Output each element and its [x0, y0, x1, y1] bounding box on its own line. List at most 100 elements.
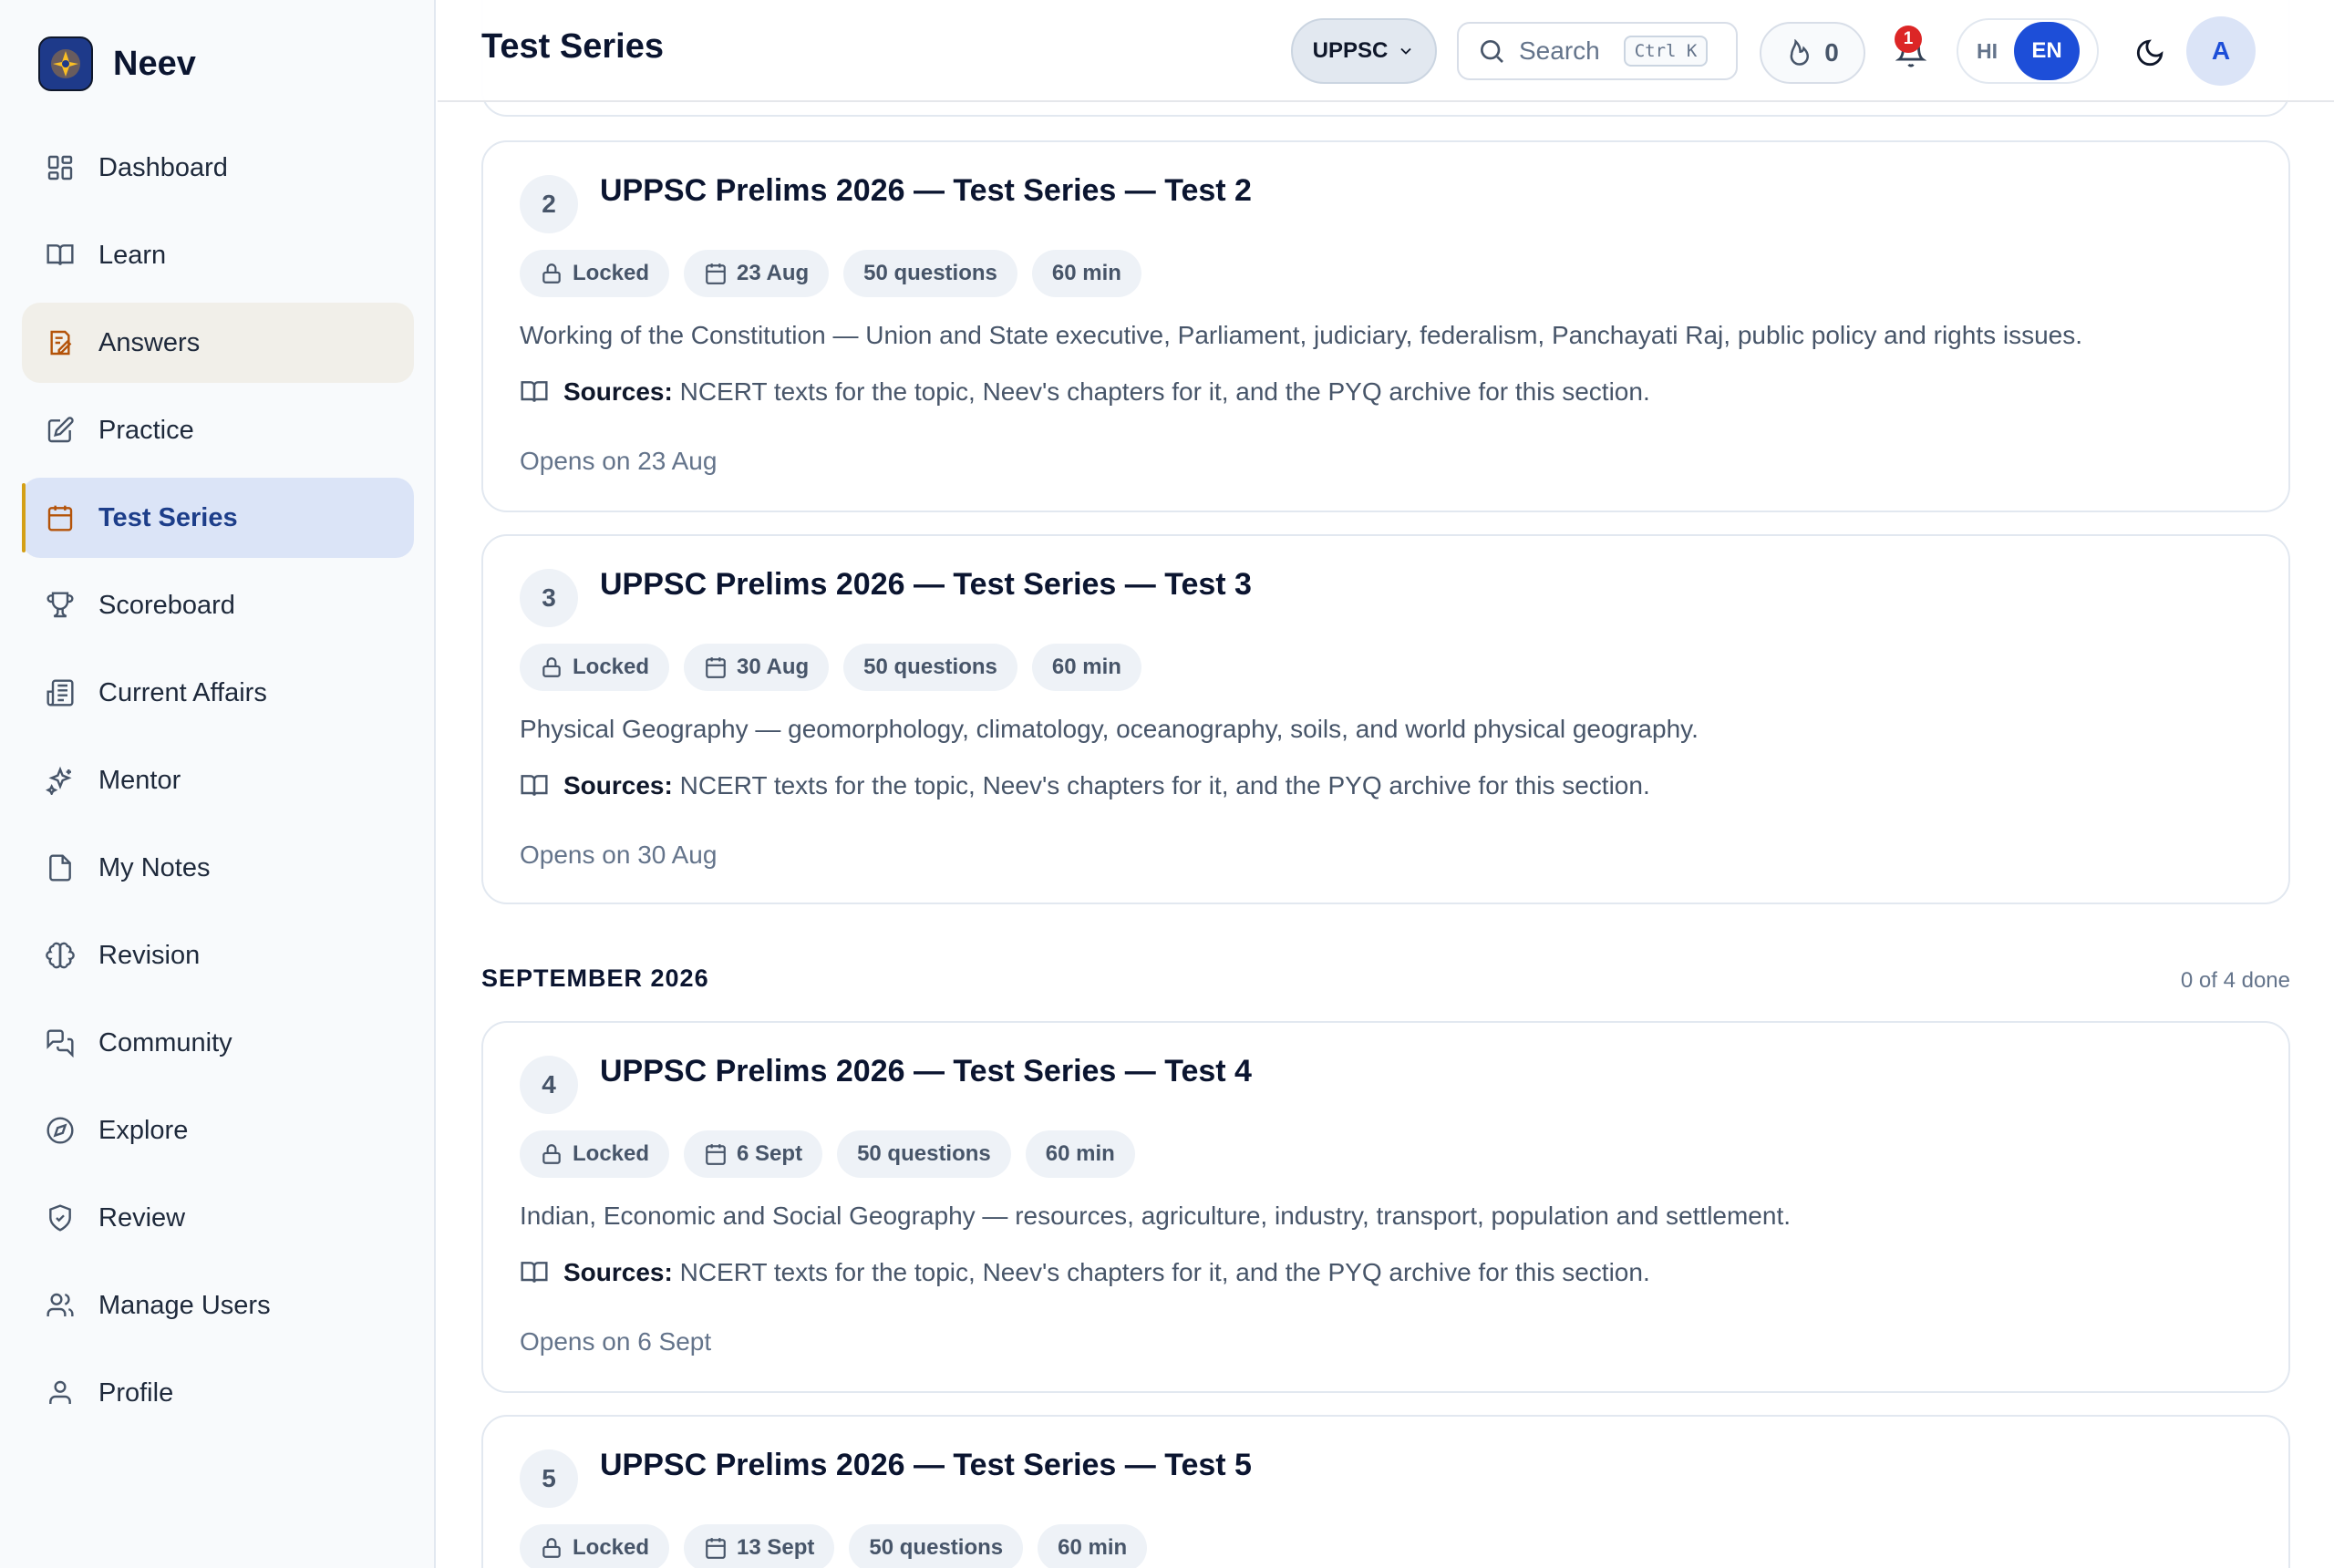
language-toggle[interactable]: HI EN: [1957, 18, 2099, 84]
moon-icon: [2136, 39, 2164, 67]
exam-selector-value: UPPSC: [1312, 38, 1389, 63]
notification-count-badge: 1: [1895, 26, 1922, 53]
test-card[interactable]: 2 UPPSC Prelims 2026 — Test Series — Tes…: [481, 140, 2290, 512]
test-title[interactable]: UPPSC Prelims 2026 — Test Series — Test …: [600, 1448, 1252, 1483]
sidebar-item-manage-users[interactable]: Manage Users: [22, 1265, 414, 1346]
opens-date: Opens on 6 Sept: [520, 1327, 712, 1356]
exam-selector[interactable]: UPPSC: [1291, 18, 1437, 84]
sidebar-item-label: Dashboard: [98, 152, 228, 182]
questions-badge: 50 questions: [849, 1524, 1024, 1568]
sidebar-item-revision[interactable]: Revision: [22, 915, 414, 995]
lock-icon: [542, 1144, 561, 1164]
sidebar-item-explore[interactable]: Explore: [22, 1090, 414, 1171]
sidebar-item-label: Community: [98, 1027, 232, 1057]
users-icon: [44, 1289, 77, 1322]
calendar-icon: [44, 501, 77, 534]
test-meta-chips: Locked 13 Sept 50 questions 60 min: [520, 1524, 1148, 1568]
search-input[interactable]: Search Ctrl K: [1457, 22, 1738, 80]
user-icon: [44, 1377, 77, 1409]
sidebar-item-review[interactable]: Review: [22, 1178, 414, 1258]
sidebar-item-scoreboard[interactable]: Scoreboard: [22, 565, 414, 645]
book-icon: [521, 381, 548, 402]
test-title[interactable]: UPPSC Prelims 2026 — Test Series — Test …: [600, 173, 1252, 209]
test-number: 4: [520, 1056, 578, 1114]
status-badge: Locked: [520, 644, 670, 691]
sources-text: NCERT texts for the topic, Neev's chapte…: [679, 771, 1650, 799]
questions-badge: 50 questions: [837, 1130, 1011, 1178]
calendar-icon: [706, 657, 726, 678]
pencil-square-icon: [44, 414, 77, 447]
lock-icon: [542, 263, 561, 284]
sidebar-item-label: Current Affairs: [98, 677, 267, 707]
test-card[interactable]: 3 UPPSC Prelims 2026 — Test Series — Tes…: [481, 534, 2290, 904]
test-meta-chips: Locked 6 Sept 50 questions 60 min: [520, 1130, 1135, 1178]
sources-label: Sources:: [563, 771, 673, 799]
sidebar-item-my-notes[interactable]: My Notes: [22, 828, 414, 908]
neev-logo-icon: [38, 36, 93, 91]
test-number: 5: [520, 1449, 578, 1508]
date-label: 30 Aug: [737, 655, 810, 679]
test-title[interactable]: UPPSC Prelims 2026 — Test Series — Test …: [600, 567, 1252, 603]
test-card[interactable]: 4 UPPSC Prelims 2026 — Test Series — Tes…: [481, 1021, 2290, 1393]
search-icon: [1481, 40, 1503, 63]
chevron-down-icon: [1400, 47, 1411, 55]
page-title: Test Series: [481, 27, 664, 66]
sidebar-item-mentor[interactable]: Mentor: [22, 740, 414, 820]
sidebar-item-dashboard[interactable]: Dashboard: [22, 128, 414, 208]
date-label: 6 Sept: [737, 1141, 803, 1166]
sidebar-item-label: Mentor: [98, 765, 181, 795]
sidebar-nav: Dashboard Learn Answers Practice Test Se…: [22, 128, 414, 1440]
sidebar-item-profile[interactable]: Profile: [22, 1353, 414, 1433]
streak-value: 0: [1824, 38, 1839, 67]
month-progress: 0 of 4 done: [2180, 968, 2290, 993]
sidebar-item-label: Scoreboard: [98, 590, 235, 620]
status-label: Locked: [573, 1141, 650, 1166]
sidebar-item-label: Test Series: [98, 502, 238, 532]
calendar-icon: [706, 1144, 726, 1165]
sidebar-item-label: Explore: [98, 1115, 189, 1145]
sidebar-item-learn[interactable]: Learn: [22, 215, 414, 295]
test-meta-chips: Locked 30 Aug 50 questions 60 min: [520, 644, 1141, 691]
book-icon: [44, 239, 77, 272]
streak-counter[interactable]: 0: [1760, 22, 1865, 84]
sources-text: NCERT texts for the topic, Neev's chapte…: [679, 1258, 1650, 1286]
date-badge: 23 Aug: [684, 250, 830, 297]
sidebar-item-practice[interactable]: Practice: [22, 390, 414, 470]
test-title[interactable]: UPPSC Prelims 2026 — Test Series — Test …: [600, 1054, 1252, 1089]
avatar[interactable]: A: [2186, 16, 2256, 86]
sidebar-item-label: Answers: [98, 327, 201, 357]
sidebar-item-current-affairs[interactable]: Current Affairs: [22, 653, 414, 733]
main-content: 2 UPPSC Prelims 2026 — Test Series — Tes…: [438, 0, 2334, 1568]
status-badge: Locked: [520, 250, 670, 297]
sidebar-item-label: Profile: [98, 1377, 174, 1408]
opens-date: Opens on 30 Aug: [520, 841, 718, 869]
search-placeholder: Search: [1519, 36, 1600, 65]
test-description: Working of the Constitution — Union and …: [520, 321, 2083, 349]
sidebar-item-label: Review: [98, 1202, 186, 1233]
lang-hi-option[interactable]: HI: [1977, 39, 1998, 64]
sidebar-item-test-series[interactable]: Test Series: [22, 478, 414, 558]
compass-icon: [44, 1114, 77, 1147]
test-sources: Sources: NCERT texts for the topic, Neev…: [520, 1258, 1650, 1287]
duration-badge: 60 min: [1031, 644, 1141, 691]
status-label: Locked: [573, 261, 650, 285]
sources-text: NCERT texts for the topic, Neev's chapte…: [679, 377, 1650, 406]
test-card[interactable]: 5 UPPSC Prelims 2026 — Test Series — Tes…: [481, 1415, 2290, 1568]
top-header: Test Series UPPSC Search Ctrl K 0 1 HI E…: [438, 0, 2334, 102]
shield-icon: [44, 1202, 77, 1234]
sidebar-item-community[interactable]: Community: [22, 1003, 414, 1083]
status-badge: Locked: [520, 1130, 670, 1178]
date-badge: 6 Sept: [684, 1130, 823, 1178]
brand[interactable]: Neev: [38, 36, 196, 91]
chat-icon: [44, 1026, 77, 1059]
sidebar-item-label: Practice: [98, 415, 194, 445]
theme-toggle-button[interactable]: [2121, 24, 2179, 82]
date-badge: 30 Aug: [684, 644, 830, 691]
book-icon: [521, 1262, 548, 1283]
opens-date: Opens on 23 Aug: [520, 447, 718, 475]
sidebar-item-answers[interactable]: Answers: [22, 303, 414, 383]
sidebar-item-label: Learn: [98, 240, 167, 270]
sources-label: Sources:: [563, 1258, 673, 1286]
lang-en-option[interactable]: EN: [2014, 22, 2080, 80]
search-shortcut: Ctrl K: [1623, 36, 1709, 67]
